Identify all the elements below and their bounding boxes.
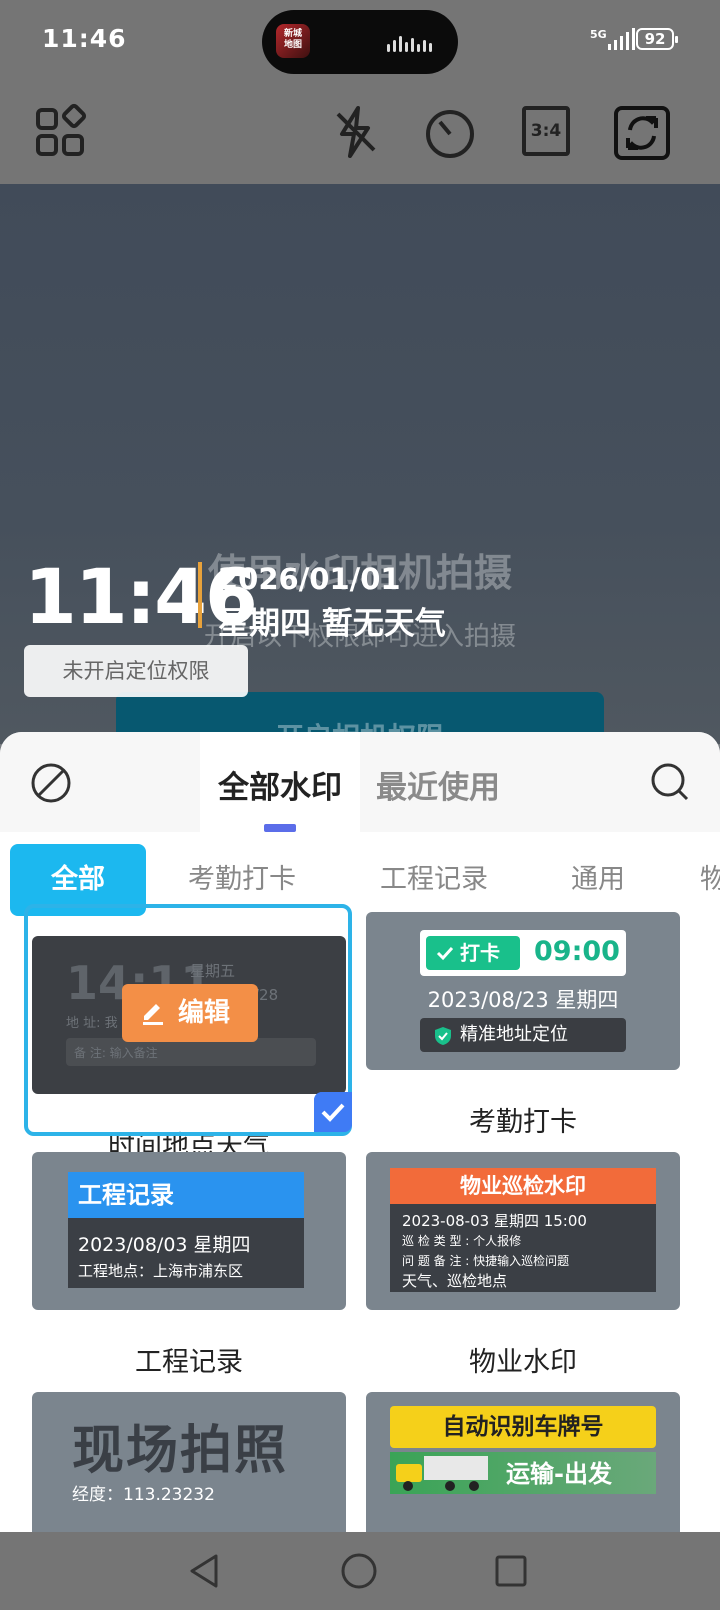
check-icon — [314, 1092, 352, 1132]
no-watermark-icon[interactable] — [30, 762, 72, 804]
camera-toolbar: 3:4 — [0, 84, 720, 184]
category-general[interactable]: 通用 — [560, 844, 636, 916]
truck-icon — [396, 1456, 488, 1491]
card-label: 考勤打卡 — [469, 1107, 577, 1138]
selected-card-frame — [24, 904, 352, 1136]
camera-preview: 使用水印相机拍摄 开启以下权限即可进入拍摄 开启相机权限 11:46 2026/… — [0, 184, 720, 744]
thumb-line: 问 题 备 注 : 快捷输入巡检问题 — [402, 1254, 570, 1268]
ratio-button[interactable]: 3:4 — [522, 106, 570, 156]
watermark-date: 2026/01/01 — [218, 562, 401, 596]
back-icon[interactable] — [186, 1552, 222, 1590]
shield-icon — [435, 1027, 451, 1045]
watermark-divider — [198, 562, 202, 628]
search-icon[interactable] — [650, 762, 690, 802]
status-time: 11:46 — [42, 24, 127, 53]
recents-icon[interactable] — [494, 1554, 528, 1588]
timer-icon[interactable] — [420, 102, 480, 162]
card-thumbnail: 工程记录 2023/08/03 星期四 工程地点：上海市浦东区 — [32, 1152, 346, 1310]
punch-time: 09:00 — [534, 936, 620, 967]
thumb-date: 2023/08/23 星期四 — [427, 988, 619, 1012]
sheet-header: 全部水印 最近使用 — [0, 732, 720, 832]
home-icon[interactable] — [340, 1552, 378, 1590]
card-thumbnail: 现场拍照 经度：113.23232 — [32, 1392, 346, 1532]
templates-icon[interactable] — [32, 102, 92, 162]
card-label: 工程记录 — [135, 1347, 243, 1378]
card-thumbnail: 自动识别车牌号 运输-出发 — [366, 1392, 680, 1532]
flash-off-icon[interactable] — [326, 102, 386, 162]
audio-wave-icon — [387, 36, 437, 52]
watermark-sheet: 全部水印 最近使用 全部 考勤打卡 工程记录 通用 物 14:11 星期五 /2… — [0, 732, 720, 1532]
thumb-go: 运输-出发 — [506, 1460, 612, 1488]
watermark-location[interactable]: 未开启定位权限 — [24, 645, 248, 697]
app-icon: 新城 地图 — [276, 24, 310, 58]
card-thumbnail: 物业巡检水印 2023-08-03 星期四 15:00 巡 检 类 型 : 个人… — [366, 1152, 680, 1310]
thumb-header: 工程记录 — [68, 1172, 304, 1218]
thumb-plate: 自动识别车牌号 — [390, 1406, 656, 1448]
tab-recent[interactable]: 最近使用 — [376, 762, 500, 807]
battery-indicator: 92 — [636, 28, 678, 50]
switch-camera-icon[interactable] — [612, 102, 672, 162]
tab-all-watermarks[interactable]: 全部水印 — [200, 732, 360, 832]
thumb-date: 2023/08/03 星期四 — [78, 1234, 251, 1256]
dynamic-island[interactable]: 新城 地图 — [262, 10, 458, 74]
punch-tag-label: 打卡 — [460, 941, 500, 965]
thumb-box: 工程记录 2023/08/03 星期四 工程地点：上海市浦东区 — [68, 1172, 304, 1288]
thumb-line: 天气、巡检地点 — [402, 1272, 508, 1290]
card-label: 物业水印 — [469, 1347, 577, 1378]
card-thumbnail: 打卡 09:00 2023/08/23 星期四 精准地址定位 — [366, 912, 680, 1070]
thumb-longitude: 经度：113.23232 — [72, 1485, 215, 1505]
punch-box: 打卡 09:00 — [420, 930, 626, 976]
thumb-address: 工程地点：上海市浦东区 — [78, 1262, 244, 1280]
watermark-weekday-weather: 星期四 暂无天气 — [218, 606, 446, 642]
thumb-line: 巡 检 类 型 : 个人报修 — [402, 1234, 522, 1248]
punch-tag: 打卡 — [426, 936, 520, 970]
thumb-box: 物业巡检水印 2023-08-03 星期四 15:00 巡 检 类 型 : 个人… — [390, 1168, 656, 1292]
thumb-title: 现场拍照 — [72, 1421, 289, 1481]
category-engineering[interactable]: 工程记录 — [366, 844, 502, 916]
status-bar: 11:46 新城 地图 5G 92 — [0, 0, 720, 84]
thumb-location-label: 精准地址定位 — [460, 1024, 568, 1045]
thumb-header: 物业巡检水印 — [390, 1168, 656, 1204]
thumb-line: 2023-08-03 星期四 15:00 — [402, 1212, 587, 1230]
thumb-location: 精准地址定位 — [420, 1018, 626, 1052]
navigation-bar — [0, 1532, 720, 1610]
check-icon — [436, 946, 454, 961]
category-property[interactable]: 物 — [700, 844, 720, 916]
